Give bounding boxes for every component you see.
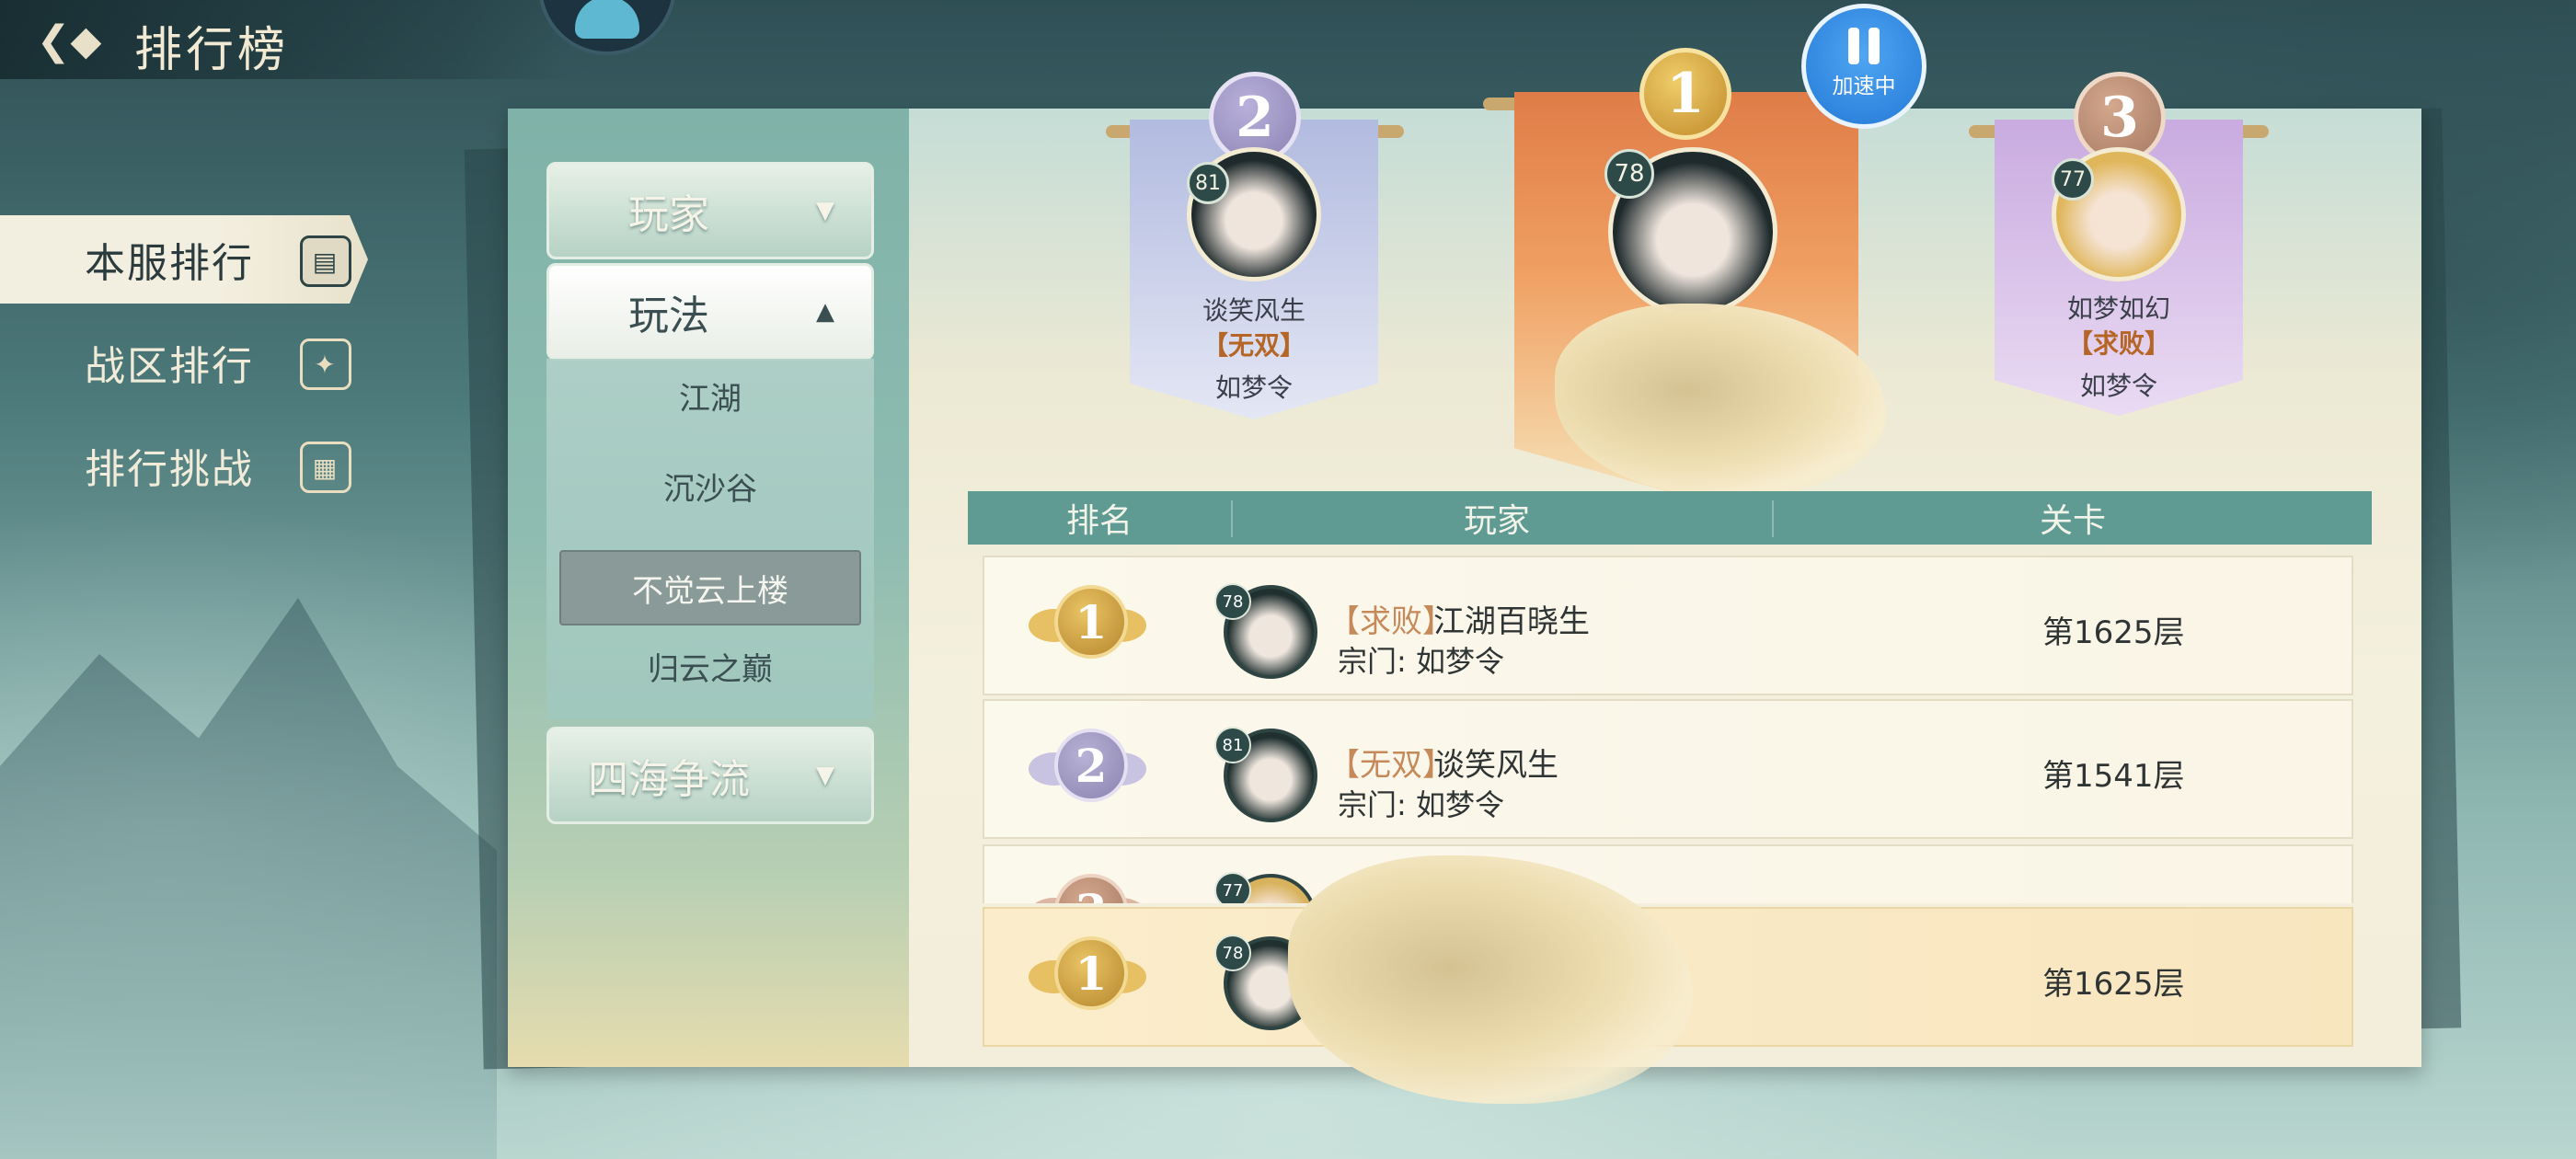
rank-number: 3 — [1054, 874, 1128, 903]
column-header-rank: 排名 — [1065, 502, 1133, 540]
nav-item-label: 本服排行 — [85, 240, 254, 287]
stage-value: 第1625层 — [2042, 614, 2185, 651]
pause-icon — [1848, 28, 1880, 64]
status-badge: 加速中 — [1832, 75, 1896, 98]
nav-item-label: 排行挑战 — [85, 446, 254, 493]
silver-medal-icon: 2 — [1029, 716, 1146, 826]
player-name: 谈笑风生 — [1433, 747, 1558, 784]
gold-medal-icon: 1 — [1029, 572, 1146, 683]
table-row[interactable]: 2 81 【无双】 谈笑风生 宗门: 如梦令 第1541层 — [983, 699, 2353, 839]
back-arrow-icon[interactable]: ❮◆ — [37, 13, 102, 68]
gold-medal-icon: 1 — [1639, 48, 1731, 140]
zone-rank-icon: ✦ — [300, 339, 351, 390]
level-badge: 78 — [1604, 149, 1654, 199]
level-badge: 81 — [1187, 162, 1229, 204]
page-title: 排行榜 — [134, 23, 290, 78]
level-badge: 78 — [1214, 583, 1251, 620]
table-row-clipped: 3 77 — [983, 844, 2353, 903]
category-label: 玩家 — [628, 191, 709, 238]
podium-name: 如梦如幻 — [2066, 293, 2170, 324]
rank-number: 2 — [1054, 729, 1128, 802]
top-header: ❮◆ 排行榜 — [0, 0, 570, 79]
speedup-pause-button[interactable]: 加速中 — [1801, 4, 1926, 129]
table-header: 排名 玩家 关卡 — [968, 491, 2372, 545]
level-badge: 77 — [2052, 158, 2094, 201]
gameplay-submenu: 江湖 沉沙谷 不觉云上楼 归云之巅 — [546, 359, 874, 719]
table-row[interactable]: 1 78 【求败】 江湖百晓生 宗门: 如梦令 第1625层 — [983, 556, 2353, 695]
rank-number: 1 — [1054, 585, 1128, 659]
category-gameplay-button[interactable]: 玩法 ▲ — [546, 263, 874, 361]
podium-sect: 如梦令 — [2079, 371, 2157, 401]
stage-value: 第1541层 — [2042, 758, 2185, 795]
nav-item-zone-rank[interactable]: 战区排行 ✦ — [0, 318, 368, 407]
nav-item-label: 战区排行 — [85, 343, 254, 390]
table-row[interactable]: 3 77 — [983, 844, 2353, 903]
level-badge: 78 — [1214, 935, 1251, 971]
column-header-player: 玩家 — [1463, 502, 1530, 540]
podium-title: 【无双】 — [1202, 330, 1305, 361]
challenge-chest-icon: ▦ — [300, 442, 351, 493]
level-badge: 77 — [1214, 872, 1251, 903]
nav-item-rank-challenge[interactable]: 排行挑战 ▦ — [0, 421, 368, 510]
rank-number: 1 — [1054, 936, 1128, 1010]
podium-title: 【求败】 — [2066, 328, 2170, 359]
player-sect: 宗门: 如梦令 — [1338, 787, 1504, 822]
submenu-item-chenshagu[interactable]: 沉沙谷 — [546, 449, 874, 522]
submenu-item-guiyunzhidian[interactable]: 归云之巅 — [546, 629, 874, 703]
category-label: 玩法 — [628, 293, 709, 339]
stage-value: 第1625层 — [2042, 966, 2185, 1003]
nav-item-server-rank[interactable]: 本服排行 ▤ — [0, 215, 368, 304]
column-header-stage: 关卡 — [2039, 502, 2106, 540]
chevron-down-icon: ▼ — [816, 197, 834, 224]
chevron-up-icon: ▲ — [816, 298, 834, 326]
podium-name: 谈笑风生 — [1202, 295, 1305, 326]
category-seas-button[interactable]: 四海争流 ▼ — [546, 727, 874, 824]
podium-sect: 如梦令 — [1214, 373, 1293, 403]
category-player-button[interactable]: 玩家 ▼ — [546, 162, 874, 259]
submenu-item-bujueyunshanglou[interactable]: 不觉云上楼 — [559, 550, 861, 625]
gold-medal-icon: 1 — [1029, 924, 1146, 1034]
chevron-down-icon: ▼ — [816, 762, 834, 789]
submenu-item-jianghu[interactable]: 江湖 — [546, 359, 874, 432]
server-rank-icon: ▤ — [300, 235, 351, 287]
bronze-medal-icon: 3 — [1029, 861, 1146, 903]
player-name: 江湖百晓生 — [1433, 603, 1590, 640]
category-label: 四海争流 — [588, 756, 750, 803]
level-badge: 81 — [1214, 727, 1251, 763]
player-sect: 宗门: 如梦令 — [1338, 644, 1504, 679]
